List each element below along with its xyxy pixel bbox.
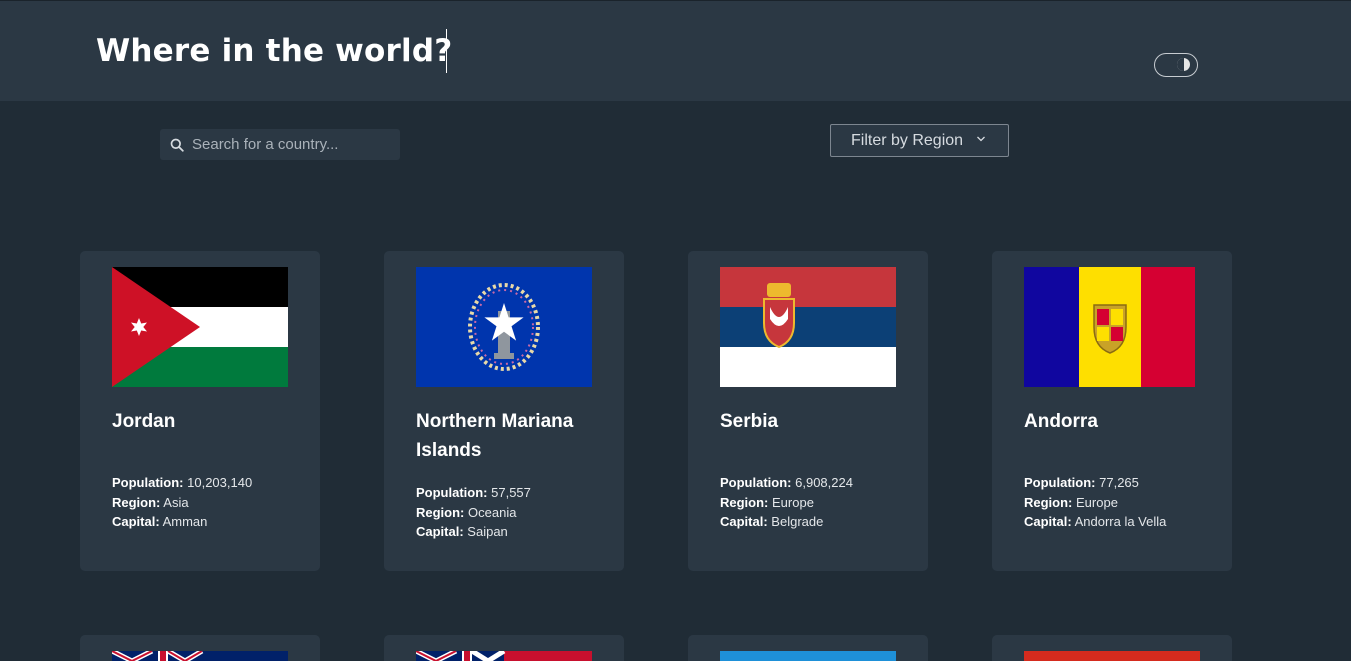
capital-row: Capital: Belgrade xyxy=(720,512,853,532)
population-value: 10,203,140 xyxy=(187,475,253,490)
country-card-andorra[interactable]: Andorra Population: 77,265 Region: Europ… xyxy=(992,251,1232,571)
union-jack-red-flag xyxy=(416,651,592,661)
search-icon xyxy=(170,138,184,152)
region-row: Region: Oceania xyxy=(416,503,531,523)
union-jack-flag xyxy=(112,651,288,661)
region-value: Asia xyxy=(163,494,189,510)
country-card-partial[interactable] xyxy=(992,635,1232,661)
population-value: 57,557 xyxy=(491,485,531,500)
capital-label: Capital: xyxy=(112,514,160,529)
population-label: Population: xyxy=(112,475,184,490)
country-card-partial[interactable] xyxy=(80,635,320,661)
capital-label: Capital: xyxy=(720,514,768,529)
search-box[interactable] xyxy=(160,129,400,160)
country-details: Population: 6,908,224 Region: Europe Cap… xyxy=(720,473,853,532)
capital-label: Capital: xyxy=(416,524,464,539)
country-details: Population: 77,265 Region: Europe Capita… xyxy=(1024,473,1166,532)
page-title: Where in the world? xyxy=(96,33,453,69)
region-row: Region: Asia xyxy=(112,493,252,513)
region-label: Region: xyxy=(112,494,161,510)
region-label: Region: xyxy=(1024,494,1073,510)
region-row: Region: Europe xyxy=(720,493,853,513)
capital-row: Capital: Saipan xyxy=(416,522,531,542)
country-card-serbia[interactable]: Serbia Population: 6,908,224 Region: Eur… xyxy=(688,251,928,571)
capital-value: Saipan xyxy=(467,524,508,539)
search-input[interactable] xyxy=(192,136,382,153)
region-label: Region: xyxy=(416,504,465,520)
northern-mariana-islands-flag xyxy=(416,267,592,387)
population-value: 77,265 xyxy=(1099,475,1139,490)
population-value: 6,908,224 xyxy=(795,475,853,490)
country-card-northern-mariana-islands[interactable]: Northern Mariana Islands Population: 57,… xyxy=(384,251,624,571)
filter-label: Filter by Region xyxy=(851,131,964,149)
half-moon-icon xyxy=(1177,58,1190,71)
population-row: Population: 6,908,224 xyxy=(720,473,853,493)
region-row: Region: Europe xyxy=(1024,493,1166,513)
andorra-flag xyxy=(1024,267,1195,387)
capital-value: Amman xyxy=(162,514,208,529)
theme-toggle[interactable] xyxy=(1154,53,1198,77)
capital-value: Belgrade xyxy=(771,514,824,529)
region-value: Europe xyxy=(1076,494,1118,510)
region-value: Oceania xyxy=(468,504,517,520)
population-label: Population: xyxy=(416,485,488,500)
region-filter-dropdown[interactable]: Filter by Region xyxy=(830,124,1009,157)
light-blue-flag xyxy=(720,651,896,661)
country-name: Serbia xyxy=(720,411,779,432)
region-label: Region: xyxy=(720,494,769,510)
top-header: Where in the world? xyxy=(0,0,1351,101)
serbia-flag xyxy=(720,267,896,387)
country-name: Andorra xyxy=(1024,411,1098,432)
country-card-partial[interactable] xyxy=(384,635,624,661)
country-details: Population: 10,203,140 Region: Asia Capi… xyxy=(112,473,252,532)
country-name: Jordan xyxy=(112,411,176,432)
country-name: Northern Mariana Islands xyxy=(416,411,574,461)
jordan-flag xyxy=(112,267,288,387)
population-row: Population: 57,557 xyxy=(416,483,531,503)
population-row: Population: 10,203,140 xyxy=(112,473,252,493)
capital-row: Capital: Andorra la Vella xyxy=(1024,512,1166,532)
chevron-down-icon xyxy=(977,136,985,142)
population-label: Population: xyxy=(1024,475,1096,490)
capital-value: Andorra la Vella xyxy=(1074,514,1167,529)
capital-label: Capital: xyxy=(1024,514,1072,529)
population-row: Population: 77,265 xyxy=(1024,473,1166,493)
country-card-partial[interactable] xyxy=(688,635,928,661)
capital-row: Capital: Amman xyxy=(112,512,252,532)
region-value: Europe xyxy=(772,494,814,510)
country-details: Population: 57,557 Region: Oceania Capit… xyxy=(416,483,531,542)
red-flag xyxy=(1024,651,1200,661)
population-label: Population: xyxy=(720,475,792,490)
country-card-jordan[interactable]: Jordan Population: 10,203,140 Region: As… xyxy=(80,251,320,571)
text-cursor xyxy=(446,29,447,73)
